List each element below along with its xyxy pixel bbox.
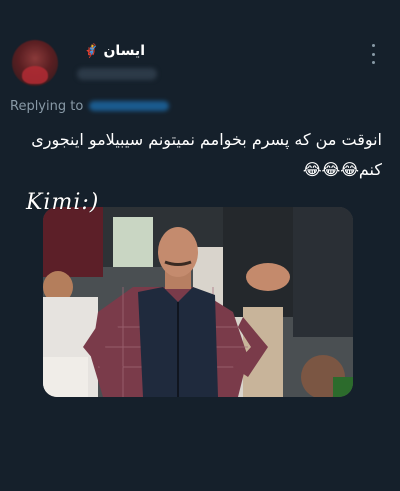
- avatar[interactable]: [12, 40, 58, 86]
- watermark-signature: Kimi:): [26, 190, 100, 215]
- badge-emoji: 🦸: [83, 43, 100, 59]
- tweet-text: انوقت من که پسرم بخوامم نمیتونم سیبیلامو…: [31, 130, 382, 179]
- blurred-handle: [77, 68, 157, 80]
- replying-to-row: Replying to: [10, 97, 170, 115]
- blurred-mention-link[interactable]: [89, 101, 170, 111]
- display-name[interactable]: ایسان: [103, 43, 145, 59]
- author-name-row[interactable]: ایسان 🦸: [83, 41, 145, 61]
- tweet-image[interactable]: [43, 207, 353, 397]
- replying-to-label: Replying to: [10, 98, 84, 114]
- more-options-icon[interactable]: [370, 44, 376, 64]
